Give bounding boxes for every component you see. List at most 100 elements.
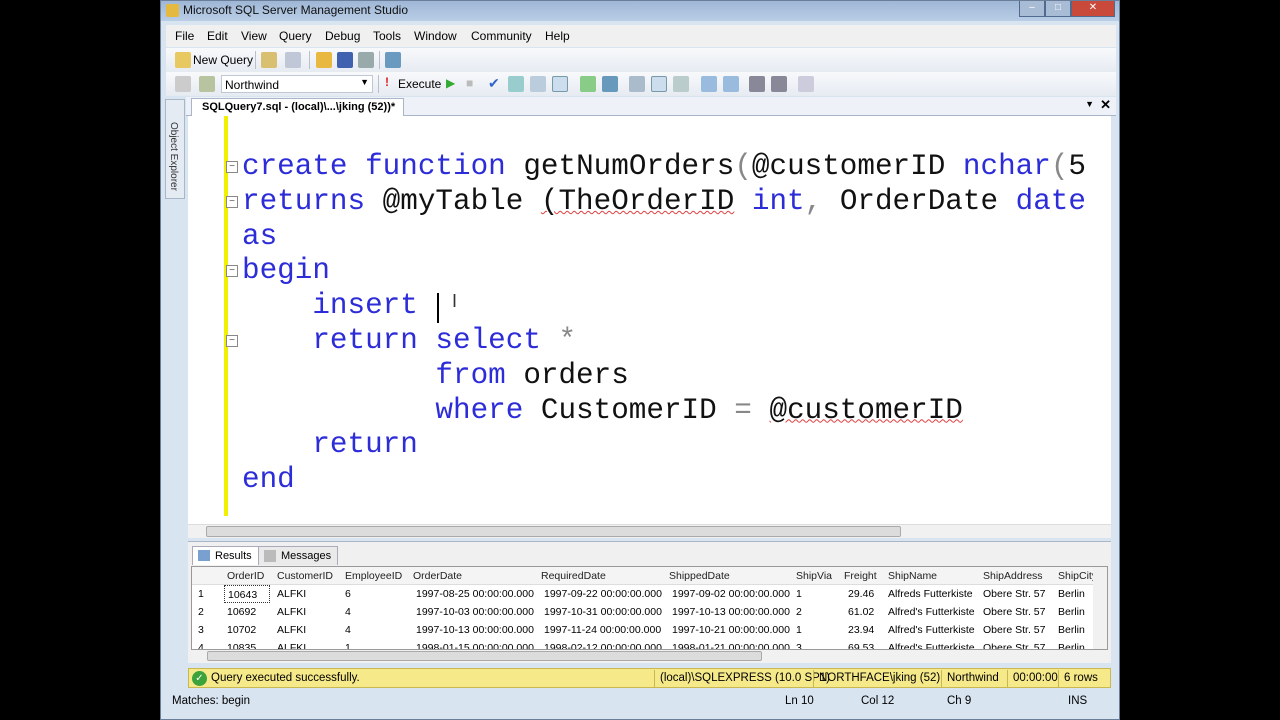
object-explorer-tab[interactable]: Object Explorer — [165, 99, 185, 199]
new-file-icon[interactable] — [285, 52, 301, 68]
query-designer-icon[interactable] — [530, 76, 546, 92]
grid-cell[interactable]: 1 — [796, 585, 802, 603]
column-header[interactable]: OrderID — [227, 567, 264, 585]
grid-vertical-scrollbar[interactable] — [1093, 567, 1107, 649]
grid-cell[interactable]: 1997-10-03 00:00:00.000 — [416, 603, 534, 621]
grid-cell[interactable]: Berlin — [1058, 639, 1085, 649]
grid-cell[interactable]: 2 — [796, 603, 802, 621]
column-header[interactable]: ShipName — [888, 567, 937, 585]
results-file-icon[interactable] — [673, 76, 689, 92]
grid-cell[interactable]: Berlin — [1058, 585, 1085, 603]
database-select[interactable]: Northwind ▼ — [221, 75, 373, 93]
grid-cell[interactable]: 1 — [796, 621, 802, 639]
column-header[interactable]: ShipVia — [796, 567, 832, 585]
column-header[interactable]: ShipCity — [1058, 567, 1097, 585]
grid-cell[interactable]: 69.53 — [848, 639, 874, 649]
tab-results[interactable]: Results — [192, 546, 259, 565]
estimated-plan-icon[interactable] — [508, 76, 524, 92]
column-header[interactable]: ShippedDate — [669, 567, 730, 585]
comment-icon[interactable] — [701, 76, 717, 92]
results-to-grid-icon[interactable] — [552, 76, 568, 92]
menu-view[interactable]: View — [241, 29, 267, 43]
grid-cell[interactable]: Alfred's Futterkiste — [888, 639, 975, 649]
query-editor[interactable]: − − − − create function getNumOrders(@cu… — [188, 116, 1111, 524]
editor-horizontal-scrollbar[interactable] — [188, 524, 1111, 538]
results-grid-icon[interactable] — [651, 76, 667, 92]
grid-cell[interactable]: 1997-08-25 00:00:00.000 — [416, 585, 534, 603]
grid-cell[interactable]: 4 — [345, 603, 351, 621]
grid-cell[interactable]: 1997-10-13 00:00:00.000 — [416, 621, 534, 639]
grid-cell[interactable]: 1998-01-21 00:00:00.000 — [672, 639, 790, 649]
menu-window[interactable]: Window — [414, 29, 457, 43]
collapse-icon[interactable]: − — [226, 196, 238, 208]
grid-cell[interactable]: 10643 — [224, 585, 271, 603]
grid-cell[interactable]: 1998-02-12 00:00:00.000 — [544, 639, 662, 649]
grid-cell[interactable]: ALFKI — [277, 621, 306, 639]
collapse-icon[interactable]: − — [226, 161, 238, 173]
change-connection-icon[interactable] — [199, 76, 215, 92]
grid-cell[interactable]: Alfred's Futterkiste — [888, 621, 975, 639]
activity-monitor-icon[interactable] — [385, 52, 401, 68]
grid-cell[interactable]: 3 — [796, 639, 802, 649]
grid-cell[interactable]: 4 — [345, 621, 351, 639]
menu-query[interactable]: Query — [279, 29, 312, 43]
grid-cell[interactable]: Berlin — [1058, 603, 1085, 621]
column-header[interactable]: RequiredDate — [541, 567, 606, 585]
collapse-icon[interactable]: − — [226, 265, 238, 277]
grid-cell[interactable]: 6 — [345, 585, 351, 603]
decrease-indent-icon[interactable] — [749, 76, 765, 92]
grid-cell[interactable]: 1997-09-02 00:00:00.000 — [672, 585, 790, 603]
grid-cell[interactable]: Alfred's Futterkiste — [888, 603, 975, 621]
column-header[interactable]: OrderDate — [413, 567, 462, 585]
menu-edit[interactable]: Edit — [207, 29, 228, 43]
grid-cell[interactable]: 1997-11-24 00:00:00.000 — [544, 621, 661, 639]
menu-tools[interactable]: Tools — [373, 29, 401, 43]
grid-cell[interactable]: 1998-01-15 00:00:00.000 — [416, 639, 534, 649]
menu-debug[interactable]: Debug — [325, 29, 360, 43]
sql-code[interactable]: create function getNumOrders(@customerID… — [242, 150, 1086, 498]
column-header[interactable]: ShipAddress — [983, 567, 1043, 585]
grid-cell[interactable]: 23.94 — [848, 621, 874, 639]
cancel-query-icon[interactable]: ■ — [466, 76, 473, 90]
table-row[interactable]: 3 10702 ALFKI 4 1997-10-13 00:00:00.000 1997-… — [192, 621, 1107, 639]
grid-cell[interactable]: 10702 — [227, 621, 256, 639]
results-to-text-icon[interactable] — [629, 76, 645, 92]
column-header[interactable]: CustomerID — [277, 567, 333, 585]
execute-button[interactable]: Execute — [398, 77, 441, 91]
collapse-icon[interactable]: − — [226, 335, 238, 347]
connect-icon[interactable] — [175, 76, 191, 92]
parse-icon[interactable]: ✔ — [488, 75, 500, 92]
grid-cell[interactable]: ALFKI — [277, 639, 306, 649]
increase-indent-icon[interactable] — [771, 76, 787, 92]
grid-cell[interactable]: 1997-10-31 00:00:00.000 — [544, 603, 662, 621]
grid-cell[interactable]: ALFKI — [277, 603, 306, 621]
uncomment-icon[interactable] — [723, 76, 739, 92]
minimize-button[interactable]: – — [1019, 1, 1045, 17]
grid-cell[interactable]: 61.02 — [848, 603, 874, 621]
new-query-button[interactable]: New Query — [193, 53, 253, 67]
debug-icon[interactable]: ▶ — [446, 76, 455, 90]
close-tab-icon[interactable]: ✕ — [1100, 97, 1111, 113]
grid-cell[interactable]: 29.46 — [848, 585, 874, 603]
client-statistics-icon[interactable] — [602, 76, 618, 92]
grid-cell[interactable]: Berlin — [1058, 621, 1085, 639]
open-folder-icon[interactable] — [316, 52, 332, 68]
column-header[interactable]: Freight — [844, 567, 877, 585]
menu-community[interactable]: Community — [471, 29, 532, 43]
tab-dropdown-icon[interactable]: ▼ — [1085, 99, 1094, 109]
grid-cell[interactable]: Obere Str. 57 — [983, 621, 1045, 639]
table-row[interactable]: 1 10643 ALFKI 6 1997-08-25 00:00:00.000 1997-… — [192, 585, 1107, 603]
specify-values-icon[interactable] — [798, 76, 814, 92]
grid-horizontal-scrollbar[interactable] — [191, 650, 1108, 663]
print-icon[interactable] — [358, 52, 374, 68]
tab-messages[interactable]: Messages — [258, 546, 339, 565]
include-plan-icon[interactable] — [580, 76, 596, 92]
grid-cell[interactable]: 1997-10-21 00:00:00.000 — [672, 621, 790, 639]
grid-cell[interactable]: Obere Str. 57 — [983, 603, 1045, 621]
tab-sqlquery7[interactable]: SQLQuery7.sql - (local)\...\jking (52))* — [191, 98, 405, 116]
grid-cell[interactable]: 1 — [345, 639, 351, 649]
grid-cell[interactable]: 10692 — [227, 603, 256, 621]
grid-cell[interactable]: Obere Str. 57 — [983, 585, 1045, 603]
table-row[interactable]: 4 10835 ALFKI 1 1998-01-15 00:00:00.000 1998-… — [192, 639, 1107, 649]
maximize-button[interactable]: □ — [1045, 1, 1071, 17]
